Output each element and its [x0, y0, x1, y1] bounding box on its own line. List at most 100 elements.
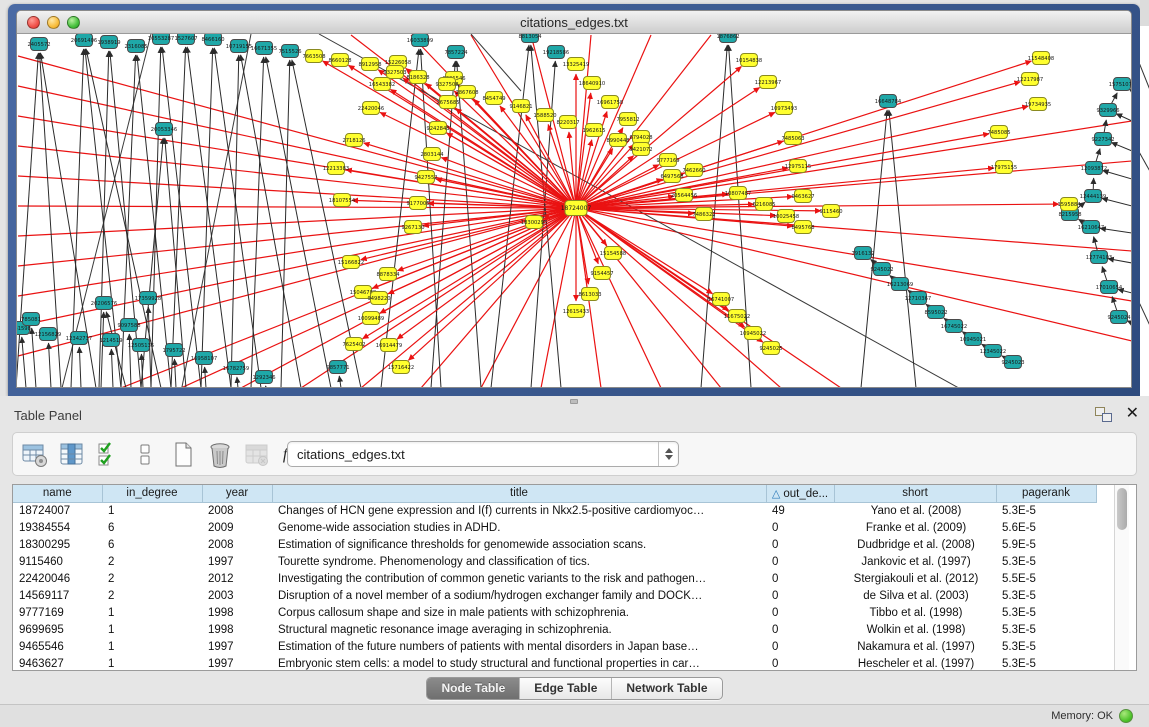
- black-edge[interactable]: [241, 55, 301, 388]
- cell-in_degree[interactable]: 1: [102, 655, 202, 671]
- tab-network-table[interactable]: Network Table: [612, 678, 721, 699]
- cell-pagerank[interactable]: 5.3E-5: [996, 553, 1096, 570]
- cell-name[interactable]: 9699695: [13, 621, 102, 638]
- table-mode-icon[interactable]: [21, 440, 49, 470]
- cell-name[interactable]: 18300295: [13, 536, 102, 553]
- black-edge[interactable]: [266, 57, 331, 388]
- column-header-out_de[interactable]: △out_de...: [766, 485, 834, 502]
- red-edge[interactable]: [576, 208, 781, 388]
- cell-year[interactable]: 1998: [202, 621, 272, 638]
- column-header-title[interactable]: title: [272, 485, 766, 502]
- table-row[interactable]: 946362711997Embryonic stem cells: a mode…: [13, 655, 1096, 671]
- show-columns-icon[interactable]: [58, 440, 86, 470]
- cell-in_degree[interactable]: 2: [102, 553, 202, 570]
- red-edge[interactable]: [576, 208, 588, 284]
- black-edge[interactable]: [111, 349, 113, 388]
- black-edge[interactable]: [201, 48, 213, 388]
- table-scrollbar[interactable]: [1114, 485, 1129, 670]
- cell-short[interactable]: Hescheler et al. (1997): [834, 655, 996, 671]
- table-row[interactable]: 1872400712008Changes of HCN gene express…: [13, 502, 1096, 519]
- cell-name[interactable]: 18724007: [13, 502, 102, 519]
- table-row[interactable]: 969969511998Structural magnetic resonanc…: [13, 621, 1096, 638]
- black-edge[interactable]: [339, 376, 341, 388]
- black-edge[interactable]: [1111, 142, 1132, 151]
- cell-out_de[interactable]: 0: [766, 621, 834, 638]
- cell-short[interactable]: Dudbridge et al. (2008): [834, 536, 996, 553]
- cell-in_degree[interactable]: 1: [102, 604, 202, 621]
- cell-pagerank[interactable]: 5.6E-5: [996, 519, 1096, 536]
- black-edge[interactable]: [121, 55, 136, 388]
- red-edge[interactable]: [481, 208, 576, 388]
- cell-pagerank[interactable]: 5.5E-5: [996, 570, 1096, 587]
- cell-out_de[interactable]: 0: [766, 570, 834, 587]
- new-column-icon[interactable]: [169, 440, 197, 470]
- table-row[interactable]: 977716911998Corpus callosum shape and si…: [13, 604, 1096, 621]
- cell-in_degree[interactable]: 6: [102, 519, 202, 536]
- cell-title[interactable]: Genome-wide association studies in ADHD.: [272, 519, 766, 536]
- tab-edge-table[interactable]: Edge Table: [520, 678, 612, 699]
- black-edge[interactable]: [471, 34, 521, 91]
- cell-pagerank[interactable]: 5.3E-5: [996, 621, 1096, 638]
- red-edge[interactable]: [576, 208, 1132, 341]
- cell-short[interactable]: de Silva et al. (2003): [834, 587, 996, 604]
- red-edge[interactable]: [18, 56, 576, 208]
- network-canvas[interactable]: 1872400724055722069140619389192316085105…: [17, 34, 1131, 388]
- cell-title[interactable]: Changes of HCN gene expression and I(f) …: [272, 502, 766, 519]
- attribute-table[interactable]: namein_degreeyeartitle△out_de...shortpag…: [13, 485, 1097, 671]
- cell-year[interactable]: 2009: [202, 519, 272, 536]
- cell-title[interactable]: Structural magnetic resonance image aver…: [272, 621, 766, 638]
- cell-year[interactable]: 2008: [202, 536, 272, 553]
- cell-year[interactable]: 1997: [202, 638, 272, 655]
- black-edge[interactable]: [48, 343, 51, 388]
- black-edge[interactable]: [101, 312, 104, 388]
- column-header-in_degree[interactable]: in_degree: [102, 485, 202, 502]
- float-panel-icon[interactable]: [1095, 407, 1112, 422]
- cell-name[interactable]: 9777169: [13, 604, 102, 621]
- black-edge[interactable]: [174, 359, 176, 388]
- table-row[interactable]: 911546021997Tourette syndrome. Phenomeno…: [13, 553, 1096, 570]
- cell-name[interactable]: 9115460: [13, 553, 102, 570]
- black-edge[interactable]: [251, 57, 264, 388]
- table-row[interactable]: 1456911722003Disruption of a novel membe…: [13, 587, 1096, 604]
- table-row[interactable]: 2242004622012Investigating the contribut…: [13, 570, 1096, 587]
- cell-pagerank[interactable]: 5.3E-5: [996, 587, 1096, 604]
- cell-pagerank[interactable]: 5.3E-5: [996, 604, 1096, 621]
- cell-title[interactable]: Tourette syndrome. Phenomenology and cla…: [272, 553, 766, 570]
- black-edge[interactable]: [1100, 228, 1132, 233]
- cell-short[interactable]: Yano et al. (2008): [834, 502, 996, 519]
- cell-pagerank[interactable]: 5.3E-5: [996, 502, 1096, 519]
- cell-out_de[interactable]: 0: [766, 655, 834, 671]
- cell-year[interactable]: 1997: [202, 553, 272, 570]
- cell-short[interactable]: Nakamura et al. (1997): [834, 638, 996, 655]
- cell-out_de[interactable]: 0: [766, 519, 834, 536]
- black-edge[interactable]: [79, 347, 81, 388]
- cell-in_degree[interactable]: 6: [102, 536, 202, 553]
- black-edge[interactable]: [22, 337, 26, 388]
- cell-short[interactable]: Tibbo et al. (1998): [834, 604, 996, 621]
- cell-name[interactable]: 22420046: [13, 570, 102, 587]
- cell-out_de[interactable]: 0: [766, 587, 834, 604]
- column-header-year[interactable]: year: [202, 485, 272, 502]
- black-edge[interactable]: [205, 367, 206, 388]
- black-edge[interactable]: [181, 34, 251, 388]
- cell-out_de[interactable]: 0: [766, 604, 834, 621]
- cell-year[interactable]: 1998: [202, 604, 272, 621]
- column-header-short[interactable]: short: [834, 485, 996, 502]
- cell-year[interactable]: 2003: [202, 587, 272, 604]
- cell-year[interactable]: 2012: [202, 570, 272, 587]
- cell-in_degree[interactable]: 2: [102, 587, 202, 604]
- cell-short[interactable]: Franke et al. (2009): [834, 519, 996, 536]
- cell-year[interactable]: 2008: [202, 502, 272, 519]
- close-panel-icon[interactable]: ✕: [1126, 406, 1139, 422]
- table-row[interactable]: 1830029562008Estimation of significance …: [13, 536, 1096, 553]
- window-titlebar[interactable]: citations_edges.txt: [17, 11, 1131, 34]
- black-edge[interactable]: [1116, 114, 1132, 121]
- black-edge[interactable]: [457, 61, 481, 388]
- cell-in_degree[interactable]: 1: [102, 621, 202, 638]
- cell-in_degree[interactable]: 1: [102, 638, 202, 655]
- table-row[interactable]: 946554611997Estimation of the future num…: [13, 638, 1096, 655]
- cell-out_de[interactable]: 0: [766, 553, 834, 570]
- scrollbar-thumb[interactable]: [1117, 488, 1127, 530]
- tab-node-table[interactable]: Node Table: [427, 678, 520, 699]
- cell-title[interactable]: Estimation of the future numbers of pati…: [272, 638, 766, 655]
